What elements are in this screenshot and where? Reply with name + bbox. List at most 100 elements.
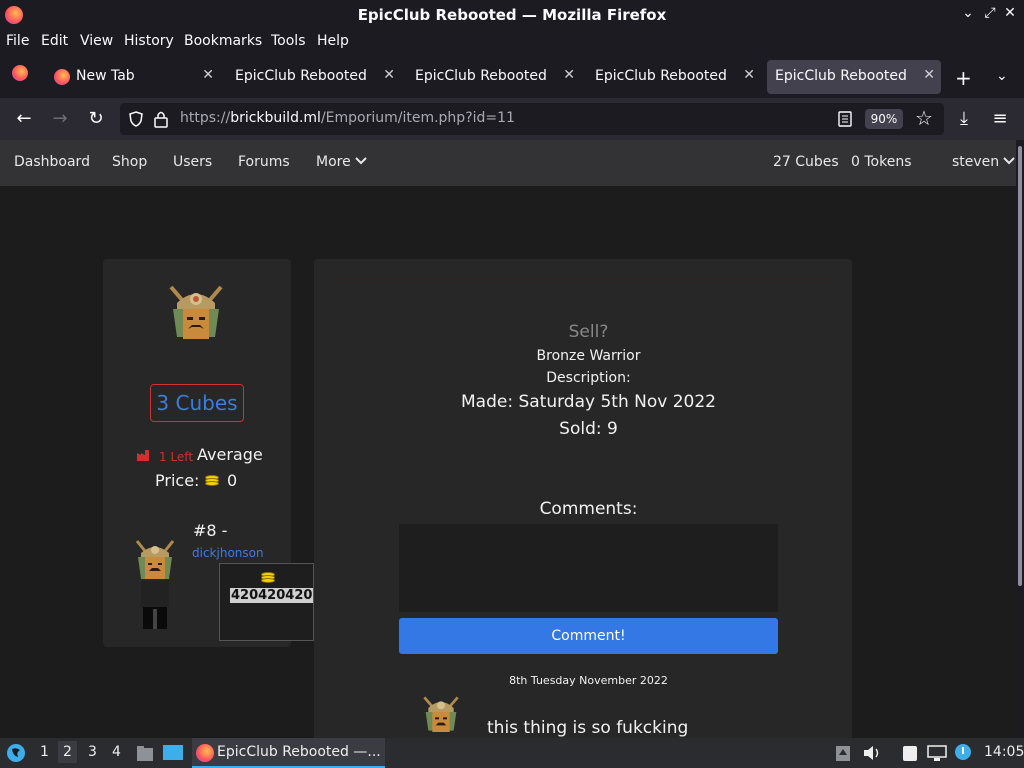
workspace-1[interactable]: 1 (40, 744, 49, 760)
window-titlebar: EpicClub Rebooted — Mozilla Firefox ⌄ ⤢ … (0, 0, 1024, 30)
menu-file[interactable]: File (6, 33, 29, 49)
nav-forums[interactable]: Forums (238, 154, 290, 170)
file-manager-icon[interactable] (135, 743, 155, 763)
firefox-icon (196, 744, 214, 762)
tracking-shield-icon[interactable] (128, 111, 144, 127)
description-label: Description: (546, 370, 631, 386)
downloads-icon[interactable]: ⤓ (952, 107, 976, 131)
nav-dashboard[interactable]: Dashboard (14, 154, 90, 170)
factory-icon (137, 450, 149, 461)
network-icon[interactable] (927, 744, 947, 762)
app-launcher-icon[interactable] (6, 743, 26, 763)
new-tab-icon[interactable]: + (955, 66, 972, 90)
sell-link[interactable]: Sell? (314, 322, 863, 342)
item-details-card: Sell? Bronze Warrior Description: Made: … (314, 259, 852, 738)
url-text[interactable]: https://brickbuild.ml/Emporium/item.php?… (180, 110, 515, 126)
divider (334, 279, 832, 280)
tab-epicclub-2[interactable]: EpicClub Rebooted ✕ (407, 60, 581, 94)
list-tabs-icon[interactable]: ⌄ (996, 68, 1008, 84)
lock-icon[interactable] (154, 110, 168, 128)
average-price-line: Price: 0 (155, 471, 265, 495)
seller-name-link[interactable]: dickjhonson (192, 546, 264, 560)
nav-more[interactable]: More (316, 154, 367, 170)
average-label: Average (197, 445, 263, 464)
comment-button[interactable]: Comment! (399, 618, 778, 654)
bookmark-star-icon[interactable]: ☆ (915, 106, 933, 130)
tab-close-icon[interactable]: ✕ (923, 67, 935, 83)
item-made-date: Made: Saturday 5th Nov 2022 (461, 392, 716, 412)
menu-history[interactable]: History (124, 33, 174, 49)
workspace-4[interactable]: 4 (112, 744, 121, 760)
url-bar[interactable]: https://brickbuild.ml/Emporium/item.php?… (120, 103, 944, 135)
menu-edit[interactable]: Edit (41, 33, 68, 49)
tab-label: EpicClub Rebooted (235, 68, 367, 84)
volume-icon[interactable] (862, 744, 882, 762)
tab-label: New Tab (76, 68, 135, 84)
tab-epicclub-3[interactable]: EpicClub Rebooted ✕ (587, 60, 761, 94)
notes-icon[interactable] (900, 743, 920, 763)
maximize-icon[interactable]: ⤢ (980, 5, 1000, 21)
taskbar-window-firefox[interactable]: EpicClub Rebooted —... (192, 738, 385, 768)
clipboard-icon[interactable] (835, 744, 851, 762)
menu-tools[interactable]: Tools (271, 33, 306, 49)
close-icon[interactable]: ✕ (1000, 5, 1020, 21)
price-label: Price: (155, 471, 200, 490)
menubar: File Edit View History Bookmarks Tools H… (0, 30, 1024, 52)
coins-icon (261, 572, 275, 584)
comments-heading: Comments: (539, 499, 638, 519)
nav-users[interactable]: Users (173, 154, 212, 170)
tab-label: EpicClub Rebooted (415, 68, 547, 84)
tab-close-icon[interactable]: ✕ (383, 67, 395, 83)
back-icon[interactable]: ← (12, 107, 36, 131)
taskbar-window-title: EpicClub Rebooted —... (217, 744, 381, 760)
chevron-down-icon (1003, 157, 1015, 165)
nav-user-menu[interactable]: steven (952, 154, 1015, 170)
seller-buy-box[interactable]: 420420420 (219, 563, 314, 641)
item-thumbnail (169, 285, 223, 339)
tab-favicon-icon (54, 69, 70, 85)
item-price-button[interactable]: 3 Cubes (150, 384, 244, 422)
seller-avatar[interactable] (131, 537, 179, 633)
seller-rank: #8 - (193, 521, 228, 540)
comment-date: 8th Tuesday November 2022 (509, 674, 668, 687)
tab-label: EpicClub Rebooted (775, 68, 907, 84)
zoom-level[interactable]: 90% (865, 109, 903, 129)
nav-shop[interactable]: Shop (112, 154, 147, 170)
workspace-3[interactable]: 3 (88, 744, 97, 760)
workspace-2[interactable]: 2 (58, 741, 77, 763)
menu-help[interactable]: Help (317, 33, 349, 49)
chevron-down-icon (355, 157, 367, 165)
reader-view-icon[interactable] (838, 111, 852, 127)
nav-tokens-balance[interactable]: 0 Tokens (851, 154, 911, 170)
updates-icon[interactable] (953, 742, 973, 762)
stock-left-label: 1 Left (159, 450, 194, 464)
average-price-value: 0 (227, 471, 238, 490)
tab-epicclub-active[interactable]: EpicClub Rebooted ✕ (767, 60, 941, 94)
item-sold-count: Sold: 9 (559, 419, 618, 439)
tab-close-icon[interactable]: ✕ (563, 67, 575, 83)
tab-epicclub-1[interactable]: EpicClub Rebooted ✕ (227, 60, 401, 94)
comment-textarea[interactable] (399, 524, 778, 612)
forward-icon[interactable]: → (48, 107, 72, 131)
page-content: 3 Cubes 1 Left Average Price: 0 #8 - dic… (0, 186, 1016, 738)
item-sidebar-card: 3 Cubes 1 Left Average Price: 0 #8 - dic… (103, 259, 314, 647)
item-name: Bronze Warrior (536, 348, 641, 364)
firefox-view-icon[interactable] (12, 65, 28, 81)
seller-price: 420420420 (230, 588, 314, 603)
tab-bar: New Tab ✕ EpicClub Rebooted ✕ EpicClub R… (0, 56, 1024, 98)
coins-icon (205, 475, 219, 487)
menu-view[interactable]: View (80, 33, 113, 49)
site-navbar: Dashboard Shop Users Forums More 27 Cube… (0, 140, 1016, 186)
tab-close-icon[interactable]: ✕ (202, 67, 214, 83)
minimize-icon[interactable]: ⌄ (958, 5, 978, 21)
tab-close-icon[interactable]: ✕ (743, 67, 755, 83)
comment-text: this thing is so fukcking (487, 718, 689, 738)
commenter-avatar[interactable] (419, 692, 463, 736)
app-menu-icon[interactable]: ≡ (988, 107, 1012, 131)
scrollbar-thumb[interactable] (1018, 146, 1022, 586)
show-desktop-icon[interactable] (162, 743, 184, 763)
menu-bookmarks[interactable]: Bookmarks (184, 33, 262, 49)
nav-cubes-balance[interactable]: 27 Cubes (773, 154, 839, 170)
reload-icon[interactable]: ↻ (84, 107, 108, 131)
tab-new-tab[interactable]: New Tab ✕ (48, 60, 220, 94)
